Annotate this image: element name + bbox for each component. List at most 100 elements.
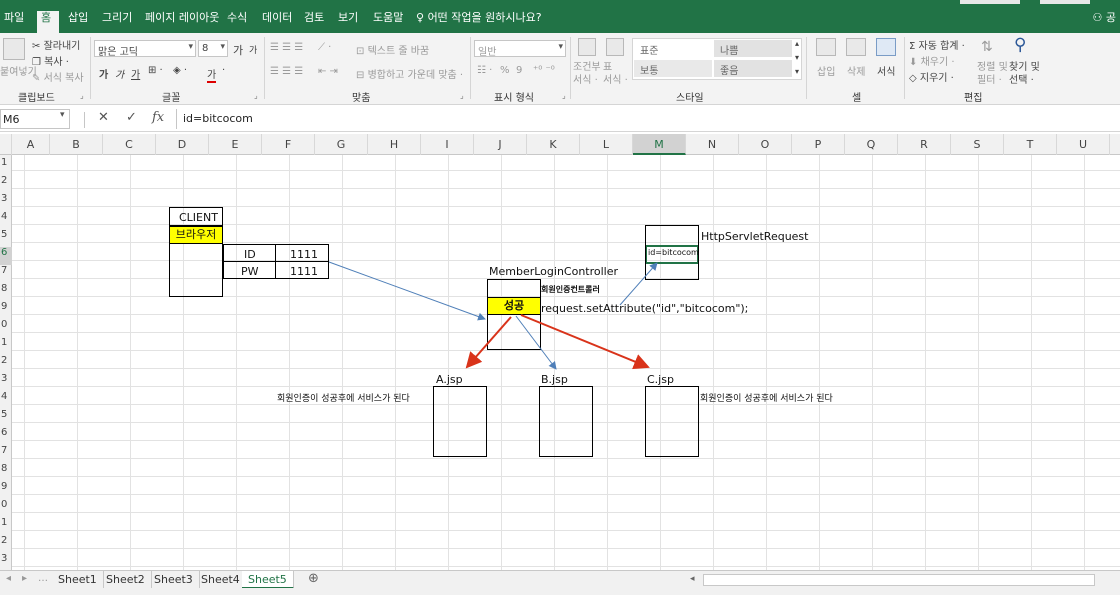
tab-help[interactable]: 도움말 <box>373 9 403 25</box>
orientation-icon[interactable]: ⟋ · <box>318 42 331 53</box>
magnifier-icon[interactable]: ⚲ <box>1014 35 1026 55</box>
row-header[interactable]: 3 <box>0 553 12 570</box>
percent-button[interactable]: % <box>500 65 510 76</box>
row-header[interactable]: 5 <box>0 229 12 247</box>
launcher-icon[interactable]: ⌟ <box>460 91 464 100</box>
row-header[interactable]: 0 <box>0 499 12 517</box>
font-color-button[interactable]: 가 <box>207 66 217 83</box>
format-cells-icon[interactable] <box>876 38 896 56</box>
border-icon[interactable]: ⊞ · <box>148 65 163 76</box>
tab-home[interactable]: 홈 <box>41 9 51 25</box>
column-header-c[interactable]: C <box>103 134 156 155</box>
sheet-tab-sheet1[interactable]: Sheet1 <box>52 571 104 589</box>
fill-button[interactable]: ⬇ 채우기 · <box>909 53 955 68</box>
copy-button[interactable]: ❐ 복사 · <box>32 53 69 68</box>
bold-button[interactable]: 가 <box>99 66 108 81</box>
tab-insert[interactable]: 삽입 <box>68 9 88 25</box>
indent-icon[interactable]: ⇤ ⇥ <box>318 66 338 77</box>
select-all-corner[interactable] <box>0 134 12 155</box>
sheet-tab-sheet4[interactable]: Sheet4 <box>195 571 247 589</box>
fill-color-icon[interactable]: ◈ · <box>173 65 187 76</box>
tell-me-search[interactable]: ♀ 어떤 작업을 원하시나요? <box>416 9 542 25</box>
font-name-dropdown[interactable]: 맑은 고딕 <box>94 40 196 57</box>
tab-formulas[interactable]: 수식 <box>227 9 247 25</box>
delete-cells-button[interactable]: 삭제 <box>847 63 865 78</box>
number-format-dropdown[interactable]: 일반 <box>474 40 566 57</box>
row-header[interactable]: 0 <box>0 319 12 337</box>
autosum-button[interactable]: Σ 자동 합계 · <box>909 37 965 52</box>
grow-font-button[interactable]: 가 <box>233 42 243 58</box>
style-bad[interactable]: 나쁨 <box>714 40 792 57</box>
column-header-i[interactable]: I <box>421 134 474 155</box>
formula-input[interactable]: id=bitcocom <box>176 109 1120 129</box>
row-header[interactable]: 3 <box>0 193 12 211</box>
sheet-tab-sheet3[interactable]: Sheet3 <box>148 571 200 589</box>
more-sheets-icon[interactable]: … <box>38 573 48 584</box>
tab-draw[interactable]: 그리기 <box>102 9 132 25</box>
row-header[interactable]: 1 <box>0 337 12 355</box>
row-header[interactable]: 6 <box>0 427 12 445</box>
format-painter-button[interactable]: ✎ 서식 복사 <box>32 69 84 84</box>
column-header-q[interactable]: Q <box>845 134 898 155</box>
table-format-icon[interactable] <box>606 38 624 56</box>
row-header[interactable]: 1 <box>0 517 12 535</box>
insert-cells-icon[interactable] <box>816 38 836 56</box>
row-header[interactable]: 9 <box>0 301 12 319</box>
sheet-tab-sheet2[interactable]: Sheet2 <box>100 571 152 589</box>
tab-page-layout[interactable]: 페이지 레이아웃 <box>145 9 219 25</box>
style-neutral[interactable]: 보통 <box>634 60 712 77</box>
row-header[interactable]: 4 <box>0 391 12 409</box>
column-header-u[interactable]: U <box>1057 134 1110 155</box>
row-header[interactable]: 3 <box>0 373 12 391</box>
italic-button[interactable]: 가 <box>115 66 124 81</box>
column-header-s[interactable]: S <box>951 134 1004 155</box>
column-header-m[interactable]: M <box>633 134 686 155</box>
column-header-a[interactable]: A <box>12 134 50 155</box>
tab-review[interactable]: 검토 <box>304 9 324 25</box>
row-header[interactable]: 2 <box>0 175 12 193</box>
row-header[interactable]: 6 <box>0 247 12 265</box>
tab-view[interactable]: 보기 <box>338 9 358 25</box>
row-header[interactable]: 8 <box>0 283 12 301</box>
column-header-n[interactable]: N <box>686 134 739 155</box>
column-header-f[interactable]: F <box>262 134 315 155</box>
column-header-g[interactable]: G <box>315 134 368 155</box>
shrink-font-button[interactable]: 가 <box>249 43 257 56</box>
add-sheet-icon[interactable]: ⊕ <box>308 571 319 586</box>
launcher-icon[interactable]: ⌟ <box>80 91 84 100</box>
font-size-dropdown[interactable]: 8 <box>198 40 228 57</box>
row-header[interactable]: 8 <box>0 463 12 481</box>
cut-button[interactable]: ✂ 잘라내기 <box>32 37 80 52</box>
row-header[interactable]: 2 <box>0 355 12 373</box>
wrap-text-button[interactable]: ⊡ 텍스트 줄 바꿈 <box>356 42 429 57</box>
currency-icon[interactable]: ☷ · <box>477 65 492 76</box>
launcher-icon[interactable]: ⌟ <box>254 91 258 100</box>
next-sheet-icon[interactable]: ▸ <box>22 573 27 584</box>
insert-cells-button[interactable]: 삽입 <box>817 63 835 78</box>
row-header[interactable]: 4 <box>0 211 12 229</box>
column-header-h[interactable]: H <box>368 134 421 155</box>
cancel-icon[interactable]: ✕ <box>98 110 109 125</box>
gallery-more-icon[interactable]: ▾ <box>795 67 799 76</box>
scroll-left-icon[interactable]: ◂ <box>690 574 695 584</box>
row-header[interactable]: 9 <box>0 481 12 499</box>
sheet-tab-sheet5[interactable]: Sheet5 <box>242 571 294 589</box>
insert-function-icon[interactable]: fx <box>152 110 164 125</box>
chevron-down-icon[interactable]: ▾ <box>60 110 65 120</box>
paste-icon[interactable] <box>3 38 25 60</box>
gallery-down-icon[interactable]: ▾ <box>795 53 799 62</box>
column-header-j[interactable]: J <box>474 134 527 155</box>
font-color-dropdown-icon[interactable]: · <box>222 65 225 76</box>
column-header-o[interactable]: O <box>739 134 792 155</box>
column-header-d[interactable]: D <box>156 134 209 155</box>
comma-button[interactable]: 9 <box>516 65 522 76</box>
clear-button[interactable]: ◇ 지우기 · <box>909 69 954 84</box>
style-good[interactable]: 좋음 <box>714 60 792 77</box>
column-header-p[interactable]: P <box>792 134 845 155</box>
conditional-format-button[interactable]: 조건부 서식 · <box>573 61 601 87</box>
prev-sheet-icon[interactable]: ◂ <box>6 573 11 584</box>
row-header[interactable]: 7 <box>0 445 12 463</box>
row-header[interactable]: 5 <box>0 409 12 427</box>
conditional-format-icon[interactable] <box>578 38 596 56</box>
cell-area[interactable]: CLIENT 브라우저 ID 1111 PW 1111 MemberLoginC… <box>12 155 1120 570</box>
